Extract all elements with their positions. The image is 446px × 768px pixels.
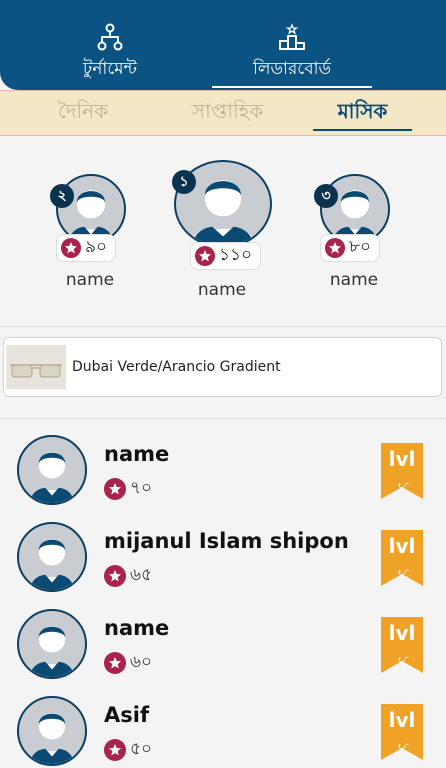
ad-title: Dubai Verde/Arancio Gradient — [72, 359, 281, 375]
score-line: ৫০ — [104, 736, 152, 764]
divider — [0, 326, 446, 327]
tab-monthly-underline — [313, 129, 412, 131]
score-value: ৯০ — [85, 237, 108, 257]
player-name: name — [104, 616, 170, 640]
score-line: ৭০ — [104, 475, 152, 503]
star-icon — [325, 238, 345, 258]
score-value: ৫০ — [130, 739, 153, 759]
tab-tournament-label: টুর্নামেন্ট — [83, 59, 137, 79]
level-badge: lvl ১ — [381, 704, 423, 760]
level-value: ১ — [394, 654, 413, 665]
player-name: name — [197, 280, 247, 300]
level-badge: lvl ১ — [381, 443, 423, 499]
player-name: mijanul Islam shipon — [104, 529, 349, 553]
level-value: ১ — [394, 567, 413, 578]
star-icon — [104, 565, 126, 587]
score-value: ৮০ — [349, 237, 372, 257]
podium-second-place[interactable]: ২ ৯০ name — [50, 174, 130, 294]
sunglasses-product-image — [6, 345, 66, 389]
level-value: ১ — [394, 480, 413, 491]
level-badge: lvl ১ — [381, 530, 423, 586]
star-icon — [61, 238, 81, 258]
player-name: name — [65, 270, 115, 290]
tab-weekly[interactable]: সাপ্তাহিক — [175, 91, 280, 135]
user-silhouette-icon — [26, 626, 78, 677]
avatar — [17, 696, 87, 766]
user-silhouette-icon — [26, 452, 78, 503]
list-item[interactable]: mijanul Islam shipon ৬৫ lvl ১ — [0, 507, 446, 593]
rank-badge: ১ — [172, 170, 196, 194]
list-item[interactable]: name ৭০ lvl ১ — [0, 420, 446, 506]
user-silhouette-icon — [26, 713, 78, 764]
star-icon — [195, 246, 215, 266]
tab-daily[interactable]: দৈনিক — [38, 91, 128, 135]
avatar — [17, 522, 87, 592]
tab-tournament[interactable]: টুর্নামেন্ট — [60, 0, 160, 90]
score-line: ৬৫ — [104, 562, 152, 590]
top-three-podium: ২ ৯০ name ১ ১১০ name ৩ ৮০ name — [0, 136, 446, 326]
star-icon — [104, 478, 126, 500]
podium-first-place[interactable]: ১ ১১০ name — [170, 160, 274, 310]
player-name: name — [329, 270, 379, 290]
star-icon — [104, 652, 126, 674]
rank-badge: ৩ — [314, 184, 338, 208]
score-pill: ৮০ — [320, 234, 381, 262]
score-line: ৬০ — [104, 649, 152, 677]
rank-badge: ২ — [50, 184, 74, 208]
ad-banner[interactable]: Dubai Verde/Arancio Gradient — [3, 337, 442, 397]
tab-leaderboard-underline — [212, 86, 372, 88]
score-pill: ৯০ — [56, 234, 117, 262]
divider — [0, 418, 446, 419]
avatar — [17, 435, 87, 505]
star-icon — [104, 739, 126, 761]
tab-monthly[interactable]: মাসিক — [313, 91, 412, 135]
level-value: ১ — [394, 741, 413, 752]
user-silhouette-icon — [26, 539, 78, 590]
avatar — [17, 609, 87, 679]
period-tab-bar: দৈনিক সাপ্তাহিক মাসিক — [0, 90, 446, 136]
score-value: ৭০ — [130, 478, 153, 498]
score-value: ১১০ — [219, 245, 253, 265]
player-name: Asif — [104, 703, 150, 727]
player-name: name — [104, 442, 170, 466]
list-item[interactable]: Asif ৫০ lvl ১ — [0, 681, 446, 767]
tournament-bracket-icon — [96, 22, 124, 52]
score-value: ৬০ — [130, 652, 153, 672]
level-badge: lvl ১ — [381, 617, 423, 673]
tab-leaderboard[interactable]: লিডারবোর্ড — [212, 0, 372, 90]
score-pill: ১১০ — [190, 242, 262, 270]
podium-third-place[interactable]: ৩ ৮০ name — [314, 174, 394, 294]
score-value: ৬৫ — [130, 565, 153, 585]
tab-leaderboard-label: লিডারবোর্ড — [252, 59, 332, 79]
tab-monthly-label: মাসিক — [337, 99, 388, 123]
podium-icon — [278, 22, 306, 52]
list-item[interactable]: name ৬০ lvl ১ — [0, 594, 446, 680]
top-header: টুর্নামেন্ট লিডারবোর্ড — [0, 0, 446, 90]
